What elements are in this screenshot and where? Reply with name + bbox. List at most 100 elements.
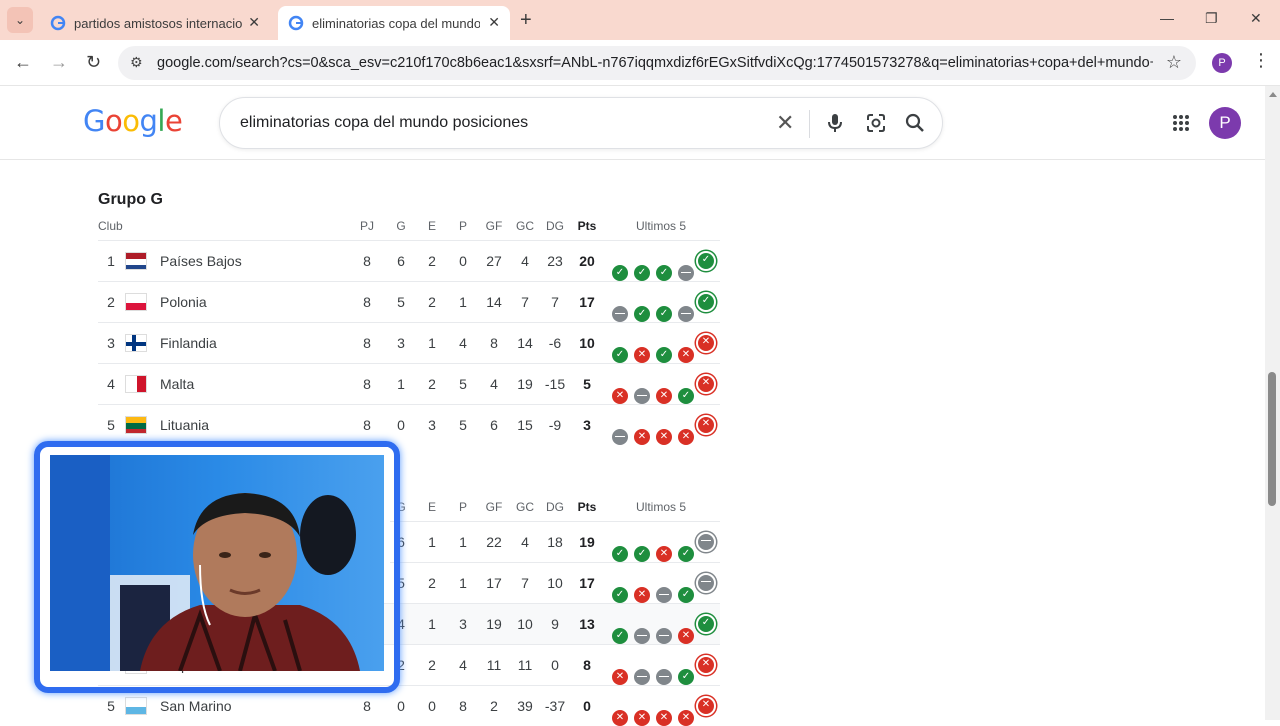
minus-icon[interactable]: — [656, 628, 672, 644]
omnibox[interactable]: ⚙ google.com/search?cs=0&sca_esv=c210f17… [118, 46, 1196, 80]
check-icon[interactable]: ✓ [634, 546, 650, 562]
team-name[interactable]: San Marino [160, 698, 232, 714]
tab-search-chevron-icon[interactable]: ⌄ [7, 7, 33, 33]
x-icon[interactable]: ✕ [696, 415, 716, 435]
table-row[interactable]: 4 Malta 8 1 2 5 4 19 -15 5 ✕ — ✕ ✓ ✕ [98, 363, 720, 404]
tab-title: partidos amistosos internacionales [74, 15, 242, 31]
x-icon[interactable]: ✕ [612, 710, 628, 726]
scroll-up-icon[interactable] [1269, 92, 1277, 97]
x-icon[interactable]: ✕ [656, 429, 672, 445]
x-icon[interactable]: ✕ [656, 546, 672, 562]
browser-tab-2[interactable]: eliminatorias copa del mundo posiciones … [278, 6, 510, 40]
minus-icon[interactable]: — [634, 628, 650, 644]
microphone-icon[interactable] [824, 112, 846, 134]
stat-gc: 7 [521, 575, 529, 591]
check-icon[interactable]: ✓ [612, 628, 628, 644]
back-arrow-icon[interactable]: ← [14, 52, 32, 73]
check-icon[interactable]: ✓ [656, 347, 672, 363]
close-tab-icon[interactable]: ✕ [248, 14, 260, 31]
team-name[interactable]: Polonia [160, 294, 207, 310]
team-name[interactable]: Finlandia [160, 335, 217, 351]
search-box[interactable]: eliminatorias copa del mundo posiciones … [219, 97, 943, 149]
check-icon[interactable]: ✓ [656, 265, 672, 281]
google-favicon-icon [50, 15, 66, 31]
google-logo[interactable]: Google [83, 104, 183, 138]
x-icon[interactable]: ✕ [634, 710, 650, 726]
stat-p: 0 [459, 253, 467, 269]
check-icon[interactable]: ✓ [612, 347, 628, 363]
check-icon[interactable]: ✓ [612, 587, 628, 603]
restore-icon[interactable]: ❐ [1205, 10, 1218, 27]
check-icon[interactable]: ✓ [612, 546, 628, 562]
check-icon[interactable]: ✓ [634, 306, 650, 322]
x-icon[interactable]: ✕ [656, 388, 672, 404]
minus-icon[interactable]: — [696, 573, 716, 593]
x-icon[interactable]: ✕ [634, 587, 650, 603]
team-name[interactable]: Lituania [160, 417, 209, 433]
minus-icon[interactable]: — [678, 306, 694, 322]
check-icon[interactable]: ✓ [678, 587, 694, 603]
x-icon[interactable]: ✕ [656, 710, 672, 726]
close-tab-icon[interactable]: ✕ [488, 14, 500, 31]
table-row[interactable]: 1 Países Bajos 8 6 2 0 27 4 23 20 ✓ ✓ ✓ — ✓ [98, 240, 720, 281]
stat-gc: 7 [521, 294, 529, 310]
browser-tab-1[interactable]: partidos amistosos internacionales ✕ [40, 6, 270, 40]
close-window-icon[interactable]: ✕ [1250, 10, 1262, 27]
google-lens-icon[interactable] [865, 112, 887, 134]
x-icon[interactable]: ✕ [612, 669, 628, 685]
table-row[interactable]: 2 Polonia 8 5 2 1 14 7 7 17— ✓ ✓ — ✓ [98, 281, 720, 322]
team-name[interactable]: Malta [160, 376, 194, 392]
x-icon[interactable]: ✕ [696, 655, 716, 675]
reload-icon[interactable]: ↻ [86, 52, 101, 73]
search-input[interactable]: eliminatorias copa del mundo posiciones [240, 114, 528, 132]
new-tab-plus-icon[interactable]: + [520, 9, 532, 32]
scrollbar-thumb[interactable] [1268, 372, 1276, 506]
x-icon[interactable]: ✕ [634, 429, 650, 445]
page-scrollbar[interactable] [1265, 86, 1280, 720]
x-icon[interactable]: ✕ [696, 374, 716, 394]
minus-icon[interactable]: — [612, 306, 628, 322]
google-apps-icon[interactable] [1172, 114, 1190, 132]
check-icon[interactable]: ✓ [696, 251, 716, 271]
x-icon[interactable]: ✕ [678, 628, 694, 644]
check-icon[interactable]: ✓ [612, 265, 628, 281]
stat-p: 3 [459, 616, 467, 632]
minus-icon[interactable]: — [634, 388, 650, 404]
team-name[interactable]: Países Bajos [160, 253, 242, 269]
google-account-avatar[interactable]: P [1209, 107, 1241, 139]
check-icon[interactable]: ✓ [678, 546, 694, 562]
table-row[interactable]: 5 Lituania 8 0 3 5 6 15 -9 3— ✕ ✕ ✕ ✕ [98, 404, 720, 445]
stat-e: 3 [428, 417, 436, 433]
forward-arrow-icon[interactable]: → [50, 52, 68, 73]
minus-icon[interactable]: — [696, 532, 716, 552]
x-icon[interactable]: ✕ [678, 347, 694, 363]
minimize-icon[interactable]: — [1160, 10, 1174, 26]
x-icon[interactable]: ✕ [612, 388, 628, 404]
x-icon[interactable]: ✕ [696, 333, 716, 353]
check-icon[interactable]: ✓ [696, 292, 716, 312]
x-icon[interactable]: ✕ [678, 710, 694, 726]
bookmark-star-icon[interactable]: ☆ [1166, 52, 1182, 73]
url-text[interactable]: google.com/search?cs=0&sca_esv=c210f170c… [157, 55, 1153, 71]
x-icon[interactable]: ✕ [678, 429, 694, 445]
site-info-icon[interactable]: ⚙ [130, 54, 143, 71]
minus-icon[interactable]: — [678, 265, 694, 281]
x-icon[interactable]: ✕ [634, 347, 650, 363]
x-icon[interactable]: ✕ [696, 696, 716, 716]
kebab-menu-icon[interactable]: ⋮ [1252, 50, 1270, 71]
profile-avatar[interactable]: P [1212, 53, 1232, 73]
table-row[interactable]: 3 Finlandia 8 3 1 4 8 14 -6 10 ✓ ✕ ✓ ✕ ✕ [98, 322, 720, 363]
search-icon[interactable] [904, 112, 926, 134]
col-gf: GF [485, 219, 503, 233]
check-icon[interactable]: ✓ [656, 306, 672, 322]
check-icon[interactable]: ✓ [634, 265, 650, 281]
check-icon[interactable]: ✓ [678, 388, 694, 404]
stat-pts: 5 [583, 376, 591, 392]
clear-search-icon[interactable]: ✕ [776, 110, 794, 136]
check-icon[interactable]: ✓ [678, 669, 694, 685]
check-icon[interactable]: ✓ [696, 614, 716, 634]
minus-icon[interactable]: — [612, 429, 628, 445]
minus-icon[interactable]: — [656, 669, 672, 685]
minus-icon[interactable]: — [656, 587, 672, 603]
minus-icon[interactable]: — [634, 669, 650, 685]
